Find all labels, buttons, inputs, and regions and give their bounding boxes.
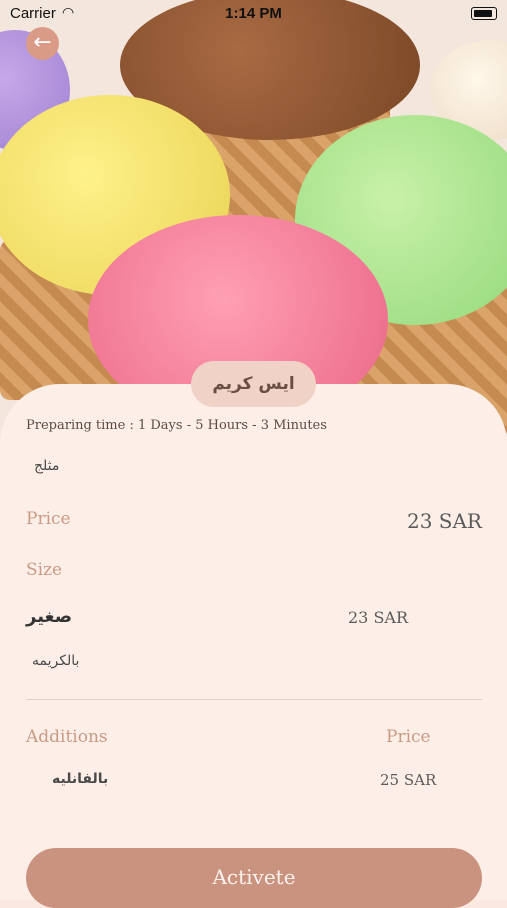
additions-price-header: Price: [386, 727, 431, 747]
addition-item-price: 25 SAR: [380, 771, 437, 789]
back-arrow-icon[interactable]: ←: [26, 27, 59, 60]
section-divider: [26, 699, 482, 700]
clock: 1:14 PM: [225, 5, 282, 22]
addition-item-name[interactable]: بالفانليه: [52, 771, 108, 787]
price-label: Price: [26, 509, 71, 529]
product-title: ايس كريم: [191, 361, 316, 407]
activate-button[interactable]: Activete: [26, 848, 482, 908]
status-bar: Carrier ◠ 1:14 PM: [0, 0, 507, 28]
product-details-card: [0, 384, 507, 900]
battery-icon: [471, 7, 497, 20]
size-option-price: 23 SAR: [348, 608, 409, 627]
size-option-note: بالكريمه: [32, 653, 80, 669]
size-option-name[interactable]: صغير: [26, 606, 72, 627]
preparing-time: Preparing time : 1 Days - 5 Hours - 3 Mi…: [26, 418, 327, 433]
additions-label: Additions: [26, 727, 108, 747]
size-label: Size: [26, 560, 63, 580]
price-value: 23 SAR: [406, 509, 482, 533]
product-description: مثلج: [34, 458, 60, 474]
